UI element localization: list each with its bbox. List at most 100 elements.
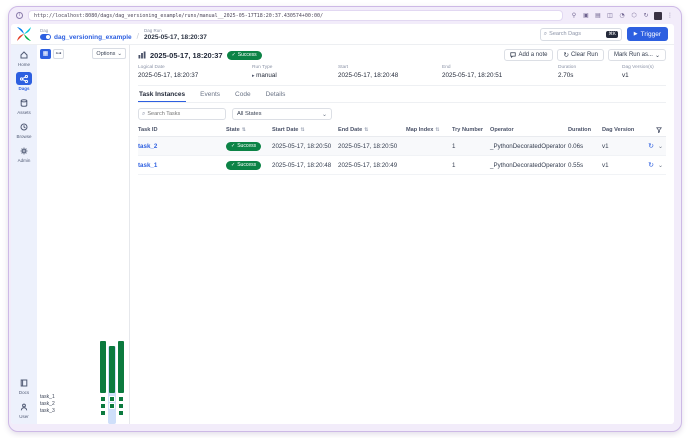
trigger-button[interactable]: ▶ Trigger <box>626 27 668 41</box>
run-chart-icon <box>138 51 146 59</box>
task-instance-cell[interactable] <box>118 403 124 409</box>
task-instance-cell[interactable] <box>100 410 106 416</box>
search-tasks-field[interactable] <box>147 111 222 117</box>
task-id-link[interactable]: task_1 <box>138 162 226 169</box>
state-filter-select[interactable]: All States ⌄ <box>232 108 332 120</box>
copy-icon[interactable]: ▣ <box>582 12 590 20</box>
play-icon: ▶ <box>633 31 638 37</box>
sidebar-item-home[interactable]: Home <box>12 48 36 67</box>
operator-cell: _PythonDecoratedOperator <box>490 161 566 169</box>
header-state[interactable]: State ⇅ <box>226 127 272 133</box>
header-start-date[interactable]: Start Date ⇅ <box>272 127 338 133</box>
tabs-icon[interactable]: ▤ <box>594 12 602 20</box>
menu-icon[interactable]: ⋮ <box>666 12 674 20</box>
browse-icon <box>20 123 28 130</box>
dag-name-link[interactable]: dag_versioning_example <box>54 34 132 41</box>
search-dags-input[interactable]: ⌕ Search Dags ⌘K <box>539 27 622 41</box>
row-actions-chevron-icon[interactable]: ⌄ <box>658 162 663 169</box>
try-number-cell: 1 <box>452 161 456 169</box>
sidebar-item-user[interactable]: User <box>12 400 36 419</box>
tab-details[interactable]: Details <box>265 87 287 102</box>
grid-task-label[interactable]: task_2 <box>40 401 84 408</box>
app-navbar: Dag dag_versioning_example / Dag Run 202… <box>11 24 674 45</box>
duration-cell: 0.06s <box>568 142 584 150</box>
sidebar-item-docs[interactable]: Docs <box>12 376 36 395</box>
address-bar[interactable]: http://localhost:8080/dags/dag_versionin… <box>28 10 563 21</box>
assets-icon <box>20 98 28 107</box>
mark-run-as-dropdown[interactable]: Mark Run as... ⌄ <box>607 49 666 61</box>
tab-events[interactable]: Events <box>199 87 221 102</box>
task-state-badge: ✓ Success <box>226 141 262 151</box>
tab-task-instances[interactable]: Task Instances <box>138 87 187 102</box>
task-instance-cell[interactable] <box>118 410 124 416</box>
run-duration-bar[interactable] <box>109 346 115 393</box>
search-dags-placeholder: Search Dags <box>549 31 581 37</box>
task-instance-cell[interactable] <box>100 396 106 402</box>
header-operator: Operator <box>490 127 514 133</box>
graph-view-button[interactable]: ⊶ <box>53 48 64 59</box>
table-row[interactable]: task_1 ✓ Success 2025-05-17, 18:20:48 202… <box>138 156 666 175</box>
user-icon <box>20 403 28 410</box>
table-row[interactable]: task_2 ✓ Success 2025-05-17, 18:20:50 202… <box>138 137 666 156</box>
run-title: 2025-05-17, 18:20:37 <box>150 50 223 60</box>
task-instance-cell[interactable] <box>100 403 106 409</box>
detail-duration: Duration 2.70s <box>558 65 577 79</box>
header-dag-version: Dag Version <box>602 127 635 133</box>
refresh-icon[interactable]: ↻ <box>642 12 650 20</box>
end-date-cell: 2025-05-17, 18:20:50 <box>338 142 398 150</box>
task-instance-cell[interactable] <box>118 396 124 402</box>
screenshot-icon[interactable]: ▪ <box>654 11 662 20</box>
grid-task-label[interactable]: task_3 <box>40 408 84 415</box>
sort-icon[interactable]: ⇅ <box>300 127 304 133</box>
docs-icon <box>20 379 28 386</box>
sort-icon[interactable]: ⇅ <box>435 127 439 133</box>
sidebar-item-dags[interactable]: Dags <box>12 72 36 91</box>
task-instance-cell[interactable] <box>109 403 115 409</box>
airflow-logo-icon[interactable] <box>14 24 34 44</box>
run-duration-bar[interactable] <box>100 341 106 393</box>
header-end-date[interactable]: End Date ⇅ <box>338 127 406 133</box>
header-map-index[interactable]: Map Index ⇅ <box>406 127 452 133</box>
end-date-cell: 2025-05-17, 18:20:49 <box>338 161 398 169</box>
grid-visualization: task_1 task_2 task_3 <box>40 61 126 424</box>
breadcrumb: Dag dag_versioning_example / Dag Run 202… <box>40 28 207 41</box>
grid-task-label[interactable]: task_1 <box>40 394 84 401</box>
row-actions-chevron-icon[interactable]: ⌄ <box>658 143 663 150</box>
sidebar-item-admin[interactable]: Admin <box>12 144 36 163</box>
column-filter-button[interactable] <box>656 127 666 133</box>
add-note-button[interactable]: Add a note <box>504 49 554 61</box>
operator-cell: _PythonDecoratedOperator <box>490 142 566 150</box>
home-icon <box>20 50 28 58</box>
task-instance-cell[interactable] <box>109 396 115 402</box>
sort-icon[interactable]: ⇅ <box>364 127 368 133</box>
sort-icon[interactable]: ⇅ <box>242 127 246 133</box>
clear-task-icon[interactable]: ↻ <box>648 161 654 169</box>
run-duration-bar[interactable] <box>118 341 124 393</box>
clear-task-icon[interactable]: ↻ <box>648 142 654 150</box>
extensions-icon[interactable]: ⬡ <box>630 12 638 20</box>
url-text: http://localhost:8080/dags/dag_versionin… <box>34 12 323 19</box>
check-icon: ✓ <box>231 52 236 58</box>
grid-options-dropdown[interactable]: Options ⌄ <box>92 48 126 59</box>
header-task-id[interactable]: Task ID <box>138 127 226 133</box>
grid-run-column-selected[interactable] <box>108 346 116 424</box>
sidebar-item-browse[interactable]: Browse <box>12 120 36 139</box>
note-icon <box>510 52 517 58</box>
search-shortcut-badge: ⌘K <box>606 30 618 38</box>
share-icon[interactable]: ⚲ <box>570 12 578 20</box>
sidebar: Home Dags Assets Browse Admin Docs User <box>11 45 37 424</box>
chevron-down-icon: ⌄ <box>117 50 122 57</box>
search-tasks-input[interactable]: ⌕ <box>138 108 226 120</box>
grid-view-button[interactable]: ▦ <box>40 48 51 59</box>
run-state-badge: ✓ Success <box>226 50 262 60</box>
grid-run-column[interactable] <box>117 341 125 424</box>
dag-pause-toggle[interactable] <box>40 34 51 40</box>
sidebar-item-assets[interactable]: Assets <box>12 96 36 115</box>
page-info-icon[interactable]: i <box>16 12 23 19</box>
tab-code[interactable]: Code <box>234 87 252 102</box>
grid-run-column[interactable] <box>99 341 107 424</box>
clipboard-icon[interactable]: ◫ <box>606 12 614 20</box>
clear-run-button[interactable]: ↻ Clear Run <box>557 49 604 61</box>
timer-icon[interactable]: ◔ <box>618 12 626 20</box>
task-id-link[interactable]: task_2 <box>138 143 226 150</box>
